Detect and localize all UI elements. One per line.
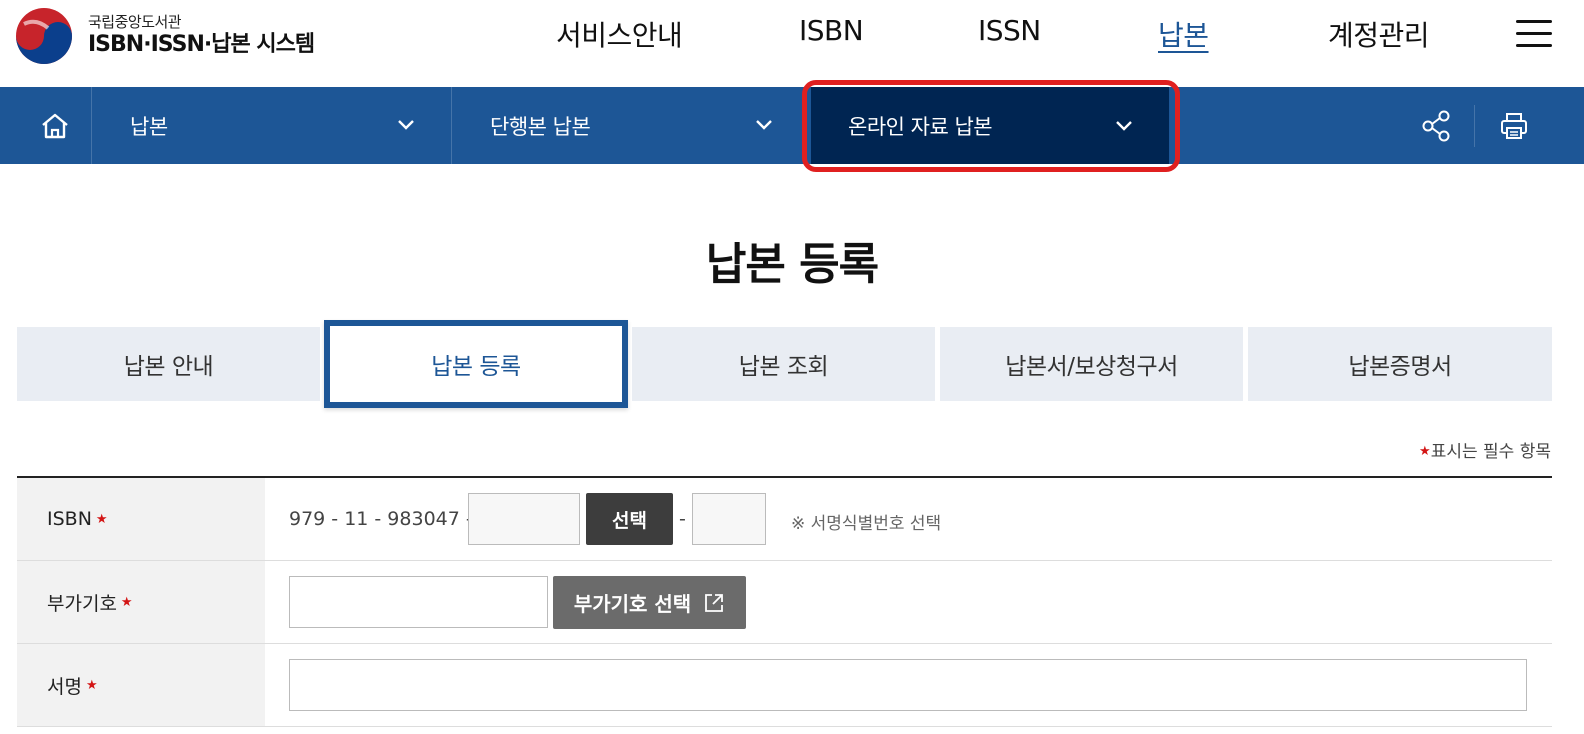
home-button[interactable] (18, 87, 92, 164)
isbn-check-digit-input[interactable] (692, 493, 766, 545)
title-input[interactable] (289, 659, 1527, 711)
breadcrumb-level1[interactable]: 납본 (130, 87, 420, 164)
menu-icon[interactable] (1516, 20, 1552, 50)
isbn-prefix: 979 - 11 - 983047 - (289, 508, 473, 530)
share-button[interactable] (1404, 87, 1468, 164)
required-star-icon: ★ (1419, 444, 1431, 459)
isbn-label: ISBN ★ (17, 478, 265, 560)
tab-deposit-certificate[interactable]: 납본증명서 (1248, 327, 1552, 401)
print-icon (1501, 112, 1527, 139)
required-star-icon: ★ (85, 677, 98, 693)
share-icon (1422, 110, 1450, 141)
isbn-select-button[interactable]: 선택 (586, 493, 673, 545)
tab-bar: 납본 안내 납본 등록 납본 조회 납본서/보상청구서 납본증명서 (17, 320, 1552, 408)
logo-title: ISBN·ISSN·납본 시스템 (88, 32, 315, 57)
form-row-addl-code: 부가기호 ★ 부가기호 선택 (17, 561, 1552, 644)
addl-code-select-button[interactable]: 부가기호 선택 (553, 576, 746, 629)
isbn-hint: ※ 서명식별번호 선택 (791, 514, 942, 534)
nav-issn[interactable]: ISSN (978, 14, 1041, 54)
print-button[interactable] (1482, 87, 1546, 164)
required-star-icon: ★ (120, 594, 133, 610)
tab-deposit-forms[interactable]: 납본서/보상청구서 (940, 327, 1243, 401)
site-logo[interactable]: 국립중앙도서관 ISBN·ISSN·납본 시스템 (14, 6, 315, 66)
isbn-dash: - (679, 508, 686, 530)
chevron-down-icon (398, 120, 414, 130)
nav-isbn[interactable]: ISBN (799, 14, 864, 54)
addl-code-label: 부가기호 ★ (17, 561, 265, 643)
header: 국립중앙도서관 ISBN·ISSN·납본 시스템 서비스안내 ISBN ISSN… (0, 0, 1584, 87)
form-row-isbn: ISBN ★ 979 - 11 - 983047 - 선택 - ※ 서명식별번호 … (17, 478, 1552, 561)
location-bar: 납본 단행본 납본 (0, 87, 1584, 164)
isbn-title-code-input[interactable] (468, 493, 580, 545)
taegeuk-logo-icon (16, 8, 72, 64)
logo-subtitle: 국립중앙도서관 (88, 13, 182, 31)
breadcrumb-level1-label: 납본 (130, 114, 168, 139)
breadcrumb-level2[interactable]: 단행본 납본 (490, 87, 780, 164)
page-title: 납본 등록 (705, 239, 879, 290)
deposit-form: ISBN ★ 979 - 11 - 983047 - 선택 - ※ 서명식별번호 … (17, 476, 1552, 727)
required-note: ★표시는 필수 항목 (1419, 442, 1551, 462)
required-star-icon: ★ (95, 511, 108, 527)
highlight-box (802, 80, 1180, 172)
external-link-icon (705, 593, 724, 612)
nav-deposit[interactable]: 납본 (1158, 14, 1209, 54)
breadcrumb-level2-label: 단행본 납본 (490, 114, 591, 139)
nav-service-info[interactable]: 서비스안내 (556, 14, 683, 54)
form-row-title: 서명 ★ (17, 644, 1552, 727)
chevron-down-icon (756, 120, 772, 130)
tab-deposit-search[interactable]: 납본 조회 (632, 327, 935, 401)
title-label: 서명 ★ (17, 644, 265, 726)
nav-account[interactable]: 계정관리 (1328, 14, 1430, 54)
tab-deposit-register[interactable]: 납본 등록 (324, 320, 628, 408)
addl-code-input[interactable] (289, 576, 548, 628)
tab-deposit-guide[interactable]: 납본 안내 (17, 327, 320, 401)
home-icon (41, 113, 68, 138)
